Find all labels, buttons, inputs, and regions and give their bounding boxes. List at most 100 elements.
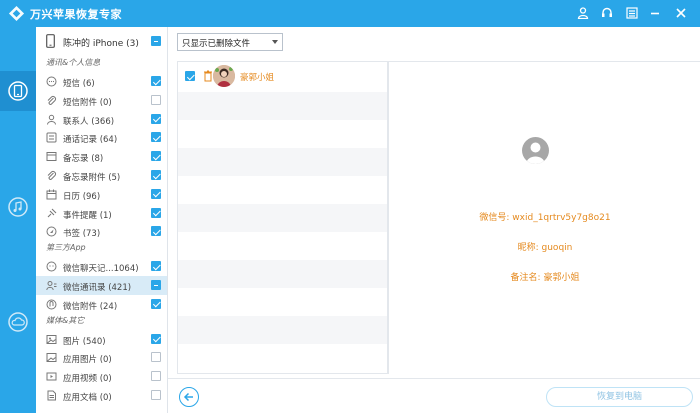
back-button[interactable] <box>179 387 199 407</box>
contact-list: 豪郭小姐 <box>177 61 388 374</box>
recover-to-computer-button[interactable]: 恢复到电脑 <box>546 387 693 407</box>
calendar-icon <box>46 189 57 200</box>
category-checkbox[interactable] <box>151 371 161 382</box>
category-checkbox[interactable] <box>151 390 161 400</box>
close-icon[interactable] <box>672 4 690 22</box>
category-checkbox[interactable] <box>151 352 161 363</box>
app-title: 万兴苹果恢复专家 <box>30 8 122 21</box>
default-avatar-icon <box>522 137 549 164</box>
device-checkbox[interactable] <box>151 36 161 46</box>
sidebar-item-label: 书签 (73) <box>63 229 101 240</box>
sidebar-item[interactable]: 备忘录附件 (5) <box>36 166 167 185</box>
sidebar-item[interactable]: 通话记录 (64) <box>36 128 167 147</box>
list-item <box>178 232 387 260</box>
list-item <box>178 148 387 176</box>
sidebar-item[interactable]: 短信附件 (0) <box>36 91 167 110</box>
sidebar-item[interactable]: 微信通讯录 (421) <box>36 276 167 295</box>
filter-dropdown[interactable]: 只显示已删除文件 <box>177 33 283 51</box>
sidebar-item-label: 通话记录 (64) <box>63 135 118 146</box>
category-checkbox[interactable] <box>151 207 161 218</box>
contact-icon <box>47 114 56 125</box>
menu-icon[interactable] <box>623 4 641 22</box>
chevron-down-icon <box>272 40 278 44</box>
nickname: 昵称: guoqin <box>517 243 573 253</box>
sidebar-item-label: 短信 (6) <box>63 79 95 89</box>
music-restore-icon[interactable] <box>0 187 36 227</box>
device-label: 陈冲的 iPhone (3) <box>63 39 139 49</box>
sidebar-item-label: 事件提醒 (1) <box>63 210 112 221</box>
remark-name: 备注名: 豪郭小姐 <box>510 273 580 283</box>
app-document-icon <box>47 390 56 401</box>
sidebar-item[interactable]: 微信聊天记...1064) <box>36 257 167 276</box>
sidebar-item[interactable]: 短信 (6) <box>36 72 167 91</box>
note-attachment-icon <box>47 171 56 180</box>
title-bar: 万兴苹果恢复专家 <box>0 0 700 27</box>
contact-checkbox[interactable] <box>185 71 195 81</box>
category-checkbox[interactable] <box>151 113 161 124</box>
user-icon[interactable] <box>574 4 592 22</box>
wechat-contacts-icon <box>46 281 57 291</box>
category-checkbox[interactable] <box>151 280 161 290</box>
list-item[interactable]: 豪郭小姐 <box>178 62 387 92</box>
category-checkbox[interactable] <box>151 333 161 344</box>
category-panel: 陈冲的 iPhone (3) 通讯&个人信息短信 (6) 短信附件 (0) 联系人 … <box>36 27 168 413</box>
sidebar-item-label: 联系人 (366) <box>63 116 115 127</box>
headset-icon[interactable] <box>598 4 616 22</box>
category-checkbox[interactable] <box>151 298 161 309</box>
reminder-icon <box>47 208 57 217</box>
sms-icon <box>46 76 57 87</box>
sidebar-item-label: 图片 (540) <box>63 336 106 347</box>
category-checkbox[interactable] <box>151 151 161 162</box>
cloud-restore-icon[interactable] <box>0 302 36 342</box>
toolbar: 只显示已删除文件 <box>168 27 700 57</box>
mode-rail <box>0 27 36 413</box>
attachment-icon <box>47 95 56 105</box>
sidebar-item[interactable]: 联系人 (366) <box>36 110 167 129</box>
section-header: 通讯&个人信息 <box>46 58 101 67</box>
category-checkbox[interactable] <box>151 76 161 86</box>
wechat-attachment-icon <box>46 299 57 310</box>
bookmark-icon <box>46 226 57 237</box>
sidebar-item[interactable]: 应用视频 (0) <box>36 367 167 386</box>
section-header: 媒体&其它 <box>46 315 85 325</box>
minimize-icon[interactable] <box>646 4 664 22</box>
wechat-chat-icon <box>46 261 57 272</box>
sidebar-item[interactable]: 书签 (73) <box>36 222 167 241</box>
app-photo-icon <box>46 353 57 363</box>
sidebar-item[interactable]: 微信附件 (24) <box>36 295 167 314</box>
sidebar-item[interactable]: 事件提醒 (1) <box>36 204 167 223</box>
list-item <box>178 92 387 120</box>
sidebar-item-label: 微信附件 (24) <box>63 301 118 312</box>
sidebar-item-label: 短信附件 (0) <box>63 97 112 108</box>
sidebar-item[interactable]: 日历 (96) <box>36 185 167 204</box>
category-checkbox[interactable] <box>151 226 161 237</box>
sidebar-item[interactable]: 备忘录 (8) <box>36 147 167 166</box>
contact-name: 豪郭小姐 <box>240 73 275 83</box>
sidebar-item[interactable]: 图片 (540) <box>36 330 167 349</box>
wechat-id: 微信号: wxid_1qrtrv5y7g8o21 <box>479 213 611 223</box>
list-item <box>178 288 387 316</box>
category-checkbox[interactable] <box>151 261 161 272</box>
category-checkbox[interactable] <box>151 132 161 143</box>
category-checkbox[interactable] <box>151 188 161 199</box>
list-item <box>178 316 387 344</box>
list-item <box>178 344 387 372</box>
category-checkbox[interactable] <box>151 94 161 105</box>
note-icon <box>46 152 57 162</box>
sidebar-item-label: 应用图片 (0) <box>63 355 112 366</box>
list-item <box>178 176 387 204</box>
sidebar-item-label: 备忘录 (8) <box>63 154 104 165</box>
app-video-icon <box>46 372 57 381</box>
content-area: 只显示已删除文件 豪郭小姐 微信号: wxid_1qrtrv5y7g8o21 昵… <box>168 27 700 413</box>
filter-selected: 只显示已删除文件 <box>182 39 251 49</box>
device-header[interactable]: 陈冲的 iPhone (3) <box>36 27 167 55</box>
sidebar-item-label: 应用文档 (0) <box>63 393 112 403</box>
category-checkbox[interactable] <box>151 170 161 180</box>
avatar <box>213 65 235 87</box>
phone-restore-icon[interactable] <box>0 71 36 111</box>
iphone-icon <box>46 34 55 48</box>
contact-detail: 微信号: wxid_1qrtrv5y7g8o21 昵称: guoqin 备注名:… <box>388 61 700 374</box>
sidebar-item-label: 日历 (96) <box>63 191 101 202</box>
sidebar-item[interactable]: 应用文档 (0) <box>36 386 167 405</box>
sidebar-item[interactable]: 应用图片 (0) <box>36 348 167 367</box>
